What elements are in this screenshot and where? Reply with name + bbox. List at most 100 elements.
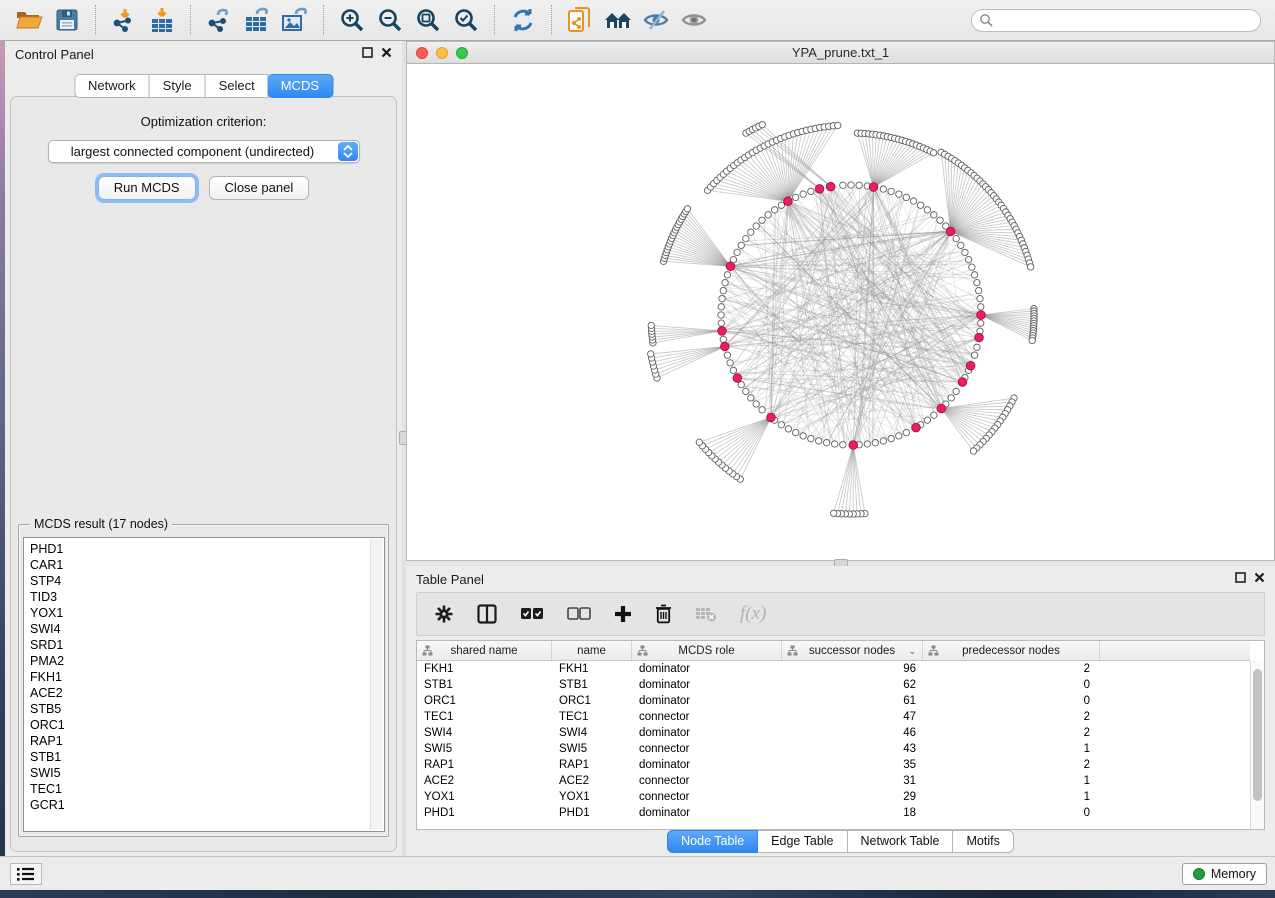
node-table[interactable]: shared name name MCDS role successor nod… bbox=[416, 640, 1265, 830]
table-row[interactable]: PHD1PHD1dominator180 bbox=[417, 805, 1250, 821]
run-mcds-button[interactable]: Run MCDS bbox=[98, 176, 196, 200]
control-panel-header: Control Panel bbox=[5, 41, 402, 67]
mcds-result-item[interactable]: YOX1 bbox=[30, 605, 384, 621]
column-header-predecessor-nodes[interactable]: predecessor nodes bbox=[923, 641, 1100, 660]
mcds-result-item[interactable]: PHD1 bbox=[30, 541, 384, 557]
control-panel-tabs: Network Style Select MCDS bbox=[74, 74, 333, 98]
apply-layout-icon[interactable] bbox=[508, 6, 538, 34]
mcds-result-item[interactable]: TID3 bbox=[30, 589, 384, 605]
table-cell: 1 bbox=[923, 743, 1100, 755]
table-cell: YOX1 bbox=[552, 791, 632, 803]
network-window-titlebar[interactable]: YPA_prune.txt_1 bbox=[407, 42, 1274, 64]
mcds-result-item[interactable]: SRD1 bbox=[30, 637, 384, 653]
tab-motifs[interactable]: Motifs bbox=[953, 830, 1013, 853]
show-columns-icon[interactable] bbox=[477, 604, 497, 624]
mcds-result-item[interactable]: STP4 bbox=[30, 573, 384, 589]
table-cell: 61 bbox=[782, 695, 923, 707]
mcds-result-item[interactable]: SWI4 bbox=[30, 621, 384, 637]
table-settings-gear-icon[interactable] bbox=[434, 604, 454, 624]
dropdown-stepper-icon bbox=[338, 142, 358, 161]
mcds-result-item[interactable]: ACE2 bbox=[30, 685, 384, 701]
table-cell: YOX1 bbox=[417, 791, 552, 803]
table-toolbar: f(x) bbox=[416, 592, 1265, 636]
table-scrollbar[interactable] bbox=[1250, 661, 1264, 829]
close-panel-button[interactable]: Close panel bbox=[209, 176, 310, 200]
close-panel-icon[interactable] bbox=[1254, 570, 1265, 588]
show-all-networks-icon[interactable] bbox=[603, 6, 633, 34]
memory-button[interactable]: Memory bbox=[1182, 863, 1267, 885]
select-all-icon[interactable] bbox=[520, 607, 544, 621]
mcds-result-item[interactable]: CAR1 bbox=[30, 557, 384, 573]
show-hidden-eye-icon[interactable] bbox=[679, 6, 709, 34]
tree-column-icon bbox=[637, 645, 648, 656]
tab-mcds[interactable]: MCDS bbox=[268, 74, 333, 98]
table-row[interactable]: SWI5SWI5connector431 bbox=[417, 741, 1250, 757]
table-cell: 35 bbox=[782, 759, 923, 771]
mcds-result-item[interactable]: STB5 bbox=[30, 701, 384, 717]
mcds-result-item[interactable]: GCR1 bbox=[30, 797, 384, 813]
delete-column-trash-icon[interactable] bbox=[655, 604, 672, 624]
zoom-fit-icon[interactable] bbox=[413, 6, 443, 34]
tab-network-table[interactable]: Network Table bbox=[848, 830, 954, 853]
float-panel-icon[interactable] bbox=[362, 45, 373, 63]
table-row[interactable]: ORC1ORC1dominator610 bbox=[417, 693, 1250, 709]
mcds-result-item[interactable]: STB1 bbox=[30, 749, 384, 765]
zoom-out-icon[interactable] bbox=[375, 6, 405, 34]
zoom-in-icon[interactable] bbox=[337, 6, 367, 34]
mcds-result-item[interactable]: SWI5 bbox=[30, 765, 384, 781]
export-image-icon[interactable] bbox=[280, 6, 310, 34]
mcds-result-item[interactable]: PMA2 bbox=[30, 653, 384, 669]
mcds-result-item[interactable]: FKH1 bbox=[30, 669, 384, 685]
import-network-icon[interactable] bbox=[109, 6, 139, 34]
mcds-result-item[interactable]: ORC1 bbox=[30, 717, 384, 733]
mcds-result-item[interactable]: TEC1 bbox=[30, 781, 384, 797]
table-cell: FKH1 bbox=[552, 663, 632, 675]
search-field[interactable] bbox=[971, 9, 1261, 32]
network-from-file-icon[interactable] bbox=[565, 6, 595, 34]
criterion-value: largest connected component (undirected) bbox=[71, 144, 315, 159]
network-graph[interactable] bbox=[407, 64, 1274, 560]
mcds-result-list[interactable]: PHD1CAR1STP4TID3YOX1SWI4SRD1PMA2FKH1ACE2… bbox=[23, 537, 385, 832]
table-row[interactable]: ACE2ACE2connector311 bbox=[417, 773, 1250, 789]
memory-status-icon bbox=[1193, 868, 1205, 880]
open-session-icon[interactable] bbox=[14, 6, 44, 34]
create-column-plus-icon[interactable] bbox=[614, 605, 632, 623]
tab-edge-table[interactable]: Edge Table bbox=[758, 830, 847, 853]
table-cell: PHD1 bbox=[552, 807, 632, 819]
save-session-icon[interactable] bbox=[52, 6, 82, 34]
tree-column-icon bbox=[928, 645, 939, 656]
table-row[interactable]: YOX1YOX1connector291 bbox=[417, 789, 1250, 805]
table-row[interactable]: RAP1RAP1dominator352 bbox=[417, 757, 1250, 773]
table-row[interactable]: TEC1TEC1connector472 bbox=[417, 709, 1250, 725]
tab-style[interactable]: Style bbox=[150, 74, 206, 98]
table-header-row: shared name name MCDS role successor nod… bbox=[417, 641, 1250, 661]
column-header-name[interactable]: name bbox=[552, 641, 632, 660]
deselect-all-icon[interactable] bbox=[567, 607, 591, 621]
table-cell: 2 bbox=[923, 711, 1100, 723]
criterion-dropdown[interactable]: largest connected component (undirected) bbox=[48, 140, 360, 163]
tab-network[interactable]: Network bbox=[74, 74, 150, 98]
column-header-mcds-role[interactable]: MCDS role bbox=[632, 641, 782, 660]
float-panel-icon[interactable] bbox=[1235, 570, 1246, 588]
toolbar-separator bbox=[190, 5, 191, 35]
export-network-icon[interactable] bbox=[204, 6, 234, 34]
tab-select[interactable]: Select bbox=[206, 74, 269, 98]
mcds-list-scrollbar[interactable] bbox=[370, 539, 383, 830]
hide-selected-eye-icon[interactable] bbox=[641, 6, 671, 34]
close-panel-icon[interactable] bbox=[381, 45, 392, 63]
desktop-wallpaper-bottom bbox=[0, 890, 1275, 898]
table-row[interactable]: SWI4SWI4dominator462 bbox=[417, 725, 1250, 741]
tab-node-table[interactable]: Node Table bbox=[667, 830, 758, 853]
scrollbar-thumb[interactable] bbox=[1253, 669, 1262, 801]
import-table-icon[interactable] bbox=[147, 6, 177, 34]
task-history-button[interactable] bbox=[10, 863, 42, 885]
table-row[interactable]: STB1STB1dominator620 bbox=[417, 677, 1250, 693]
search-input[interactable] bbox=[993, 11, 1260, 30]
column-header-successor-nodes[interactable]: successor nodes ⌄ bbox=[782, 641, 923, 660]
table-row[interactable]: FKH1FKH1dominator962 bbox=[417, 661, 1250, 677]
export-table-icon[interactable] bbox=[242, 6, 272, 34]
zoom-selected-icon[interactable] bbox=[451, 6, 481, 34]
mcds-result-item[interactable]: RAP1 bbox=[30, 733, 384, 749]
column-header-shared-name[interactable]: shared name bbox=[417, 641, 552, 660]
network-canvas[interactable] bbox=[407, 64, 1274, 560]
